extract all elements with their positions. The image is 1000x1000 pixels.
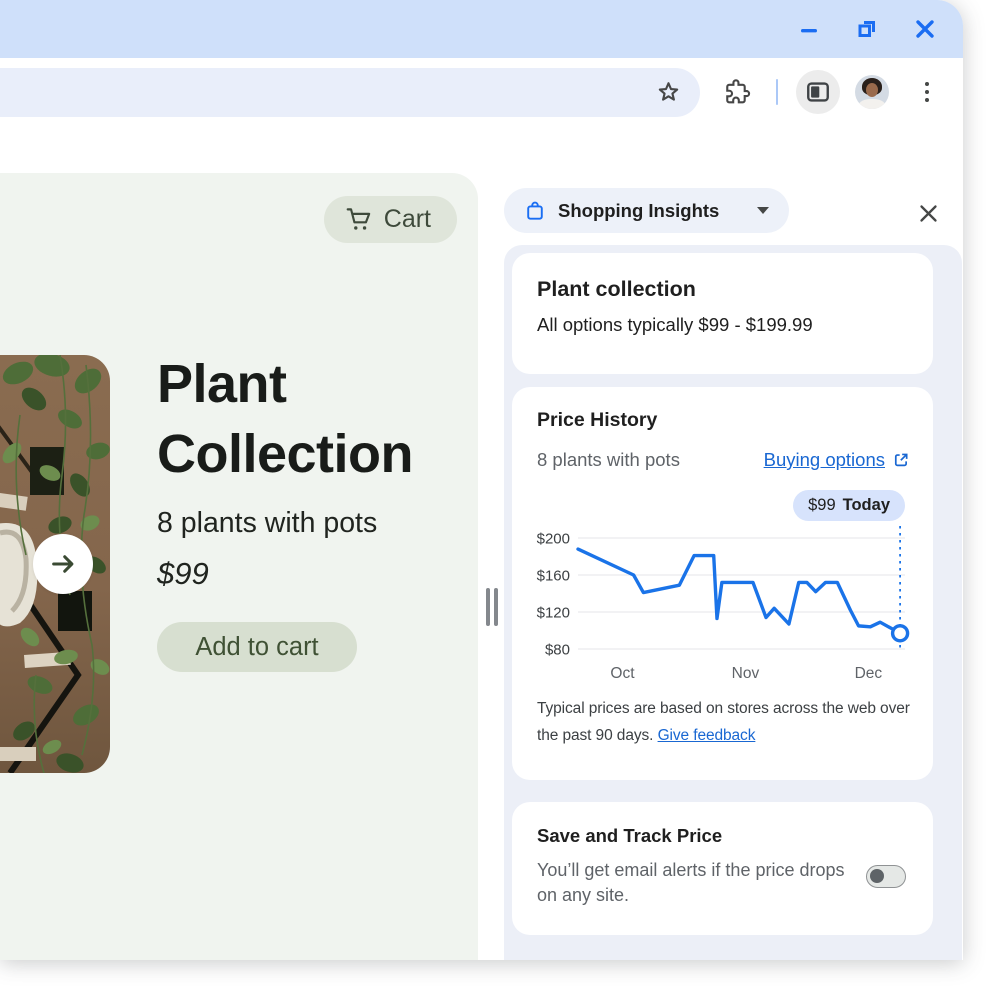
more-menu-icon	[924, 89, 930, 95]
arrow-right-icon	[52, 555, 74, 573]
more-menu-icon	[924, 97, 930, 103]
svg-text:$120: $120	[537, 605, 570, 622]
minimize-icon	[801, 29, 817, 33]
close-side-panel-button[interactable]	[910, 195, 946, 231]
shopping-bag-icon	[527, 201, 543, 220]
side-panel-title-dropdown[interactable]: Shopping Insights	[504, 188, 790, 233]
price-history-product: 8 plants with pots	[537, 449, 680, 470]
svg-text:$80: $80	[545, 642, 570, 659]
current-price-badge: $99 Today	[793, 490, 905, 521]
chevron-down-icon	[757, 207, 770, 214]
track-price-title: Save and Track Price	[537, 825, 723, 846]
price-history-disclaimer: Typical prices are based on stores acros…	[537, 695, 917, 749]
more-menu-icon	[924, 81, 930, 87]
profile-avatar[interactable]	[855, 75, 889, 109]
track-price-card: Save and Track Price You’ll get email al…	[512, 802, 933, 935]
summary-card: Plant collection All options typically $…	[512, 253, 933, 374]
price-history-title: Price History	[537, 409, 658, 431]
browser-toolbar	[0, 58, 963, 125]
close-icon	[916, 20, 934, 38]
give-feedback-link[interactable]: Give feedback	[658, 727, 756, 744]
toggle-knob	[870, 869, 884, 883]
drag-bar	[494, 588, 498, 626]
drag-bar	[486, 588, 490, 626]
add-to-cart-button[interactable]: Add to cart	[157, 622, 357, 672]
extensions-icon	[726, 79, 751, 104]
extensions-button[interactable]	[723, 78, 751, 106]
svg-text:$160: $160	[537, 568, 570, 585]
side-panel-button[interactable]	[796, 70, 840, 114]
minimize-button[interactable]	[795, 15, 823, 43]
restore-icon	[858, 21, 875, 37]
cart-button-label: Cart	[383, 205, 431, 233]
svg-text:$200: $200	[537, 531, 570, 548]
next-image-button[interactable]	[33, 534, 93, 594]
svg-text:Dec: Dec	[855, 665, 883, 682]
window-controls	[795, 0, 939, 58]
svg-text:Oct: Oct	[610, 665, 635, 682]
price-history-chart-wrap: $200 $160 $120 $80 Oct Nov Dec	[532, 526, 912, 688]
price-alert-toggle[interactable]	[866, 865, 906, 888]
svg-text:Nov: Nov	[732, 665, 760, 682]
external-link-icon	[894, 453, 908, 467]
side-panel-body: Plant collection All options typically $…	[504, 245, 962, 960]
buying-options-label: Buying options	[763, 449, 885, 470]
address-bar[interactable]	[0, 68, 700, 117]
avatar-face	[866, 83, 878, 97]
browser-window: Cart Plant Collection 8 plants with pots…	[0, 0, 963, 960]
price-history-chart: $200 $160 $120 $80 Oct Nov Dec	[537, 526, 910, 682]
product-subtitle: 8 plants with pots	[157, 507, 378, 539]
side-panel-resize-handle[interactable]	[486, 588, 500, 626]
buying-options-link[interactable]: Buying options	[764, 449, 910, 471]
restore-button[interactable]	[853, 15, 881, 43]
close-panel-icon	[919, 204, 937, 222]
screenshot-stage: Cart Plant Collection 8 plants with pots…	[0, 0, 1000, 1000]
product-title: Plant Collection	[157, 354, 414, 484]
cart-icon	[346, 208, 371, 230]
product-price: $99	[157, 556, 209, 591]
chrome-menu-button[interactable]	[915, 75, 939, 109]
avatar-shirt	[859, 99, 885, 109]
shop-page: Cart Plant Collection 8 plants with pots…	[0, 173, 478, 960]
toolbar-divider	[776, 79, 778, 105]
bookmark-star-icon	[658, 82, 679, 101]
current-price-value: $99	[808, 496, 836, 514]
cart-button[interactable]: Cart	[323, 196, 457, 243]
side-panel-icon	[807, 82, 829, 102]
track-price-description: You’ll get email alerts if the price dro…	[537, 860, 845, 905]
side-panel-title: Shopping Insights	[558, 199, 720, 221]
bookmark-star-button[interactable]	[655, 79, 682, 106]
summary-card-title: Plant collection	[537, 277, 696, 301]
titlebar	[0, 0, 963, 58]
summary-card-range: All options typically $99 - $199.99	[537, 314, 813, 335]
price-history-subrow: 8 plants with pots Buying options	[537, 449, 910, 471]
close-window-button[interactable]	[911, 15, 939, 43]
current-price-label: Today	[842, 496, 890, 514]
price-history-card: Price History 8 plants with pots Buying …	[512, 387, 933, 780]
